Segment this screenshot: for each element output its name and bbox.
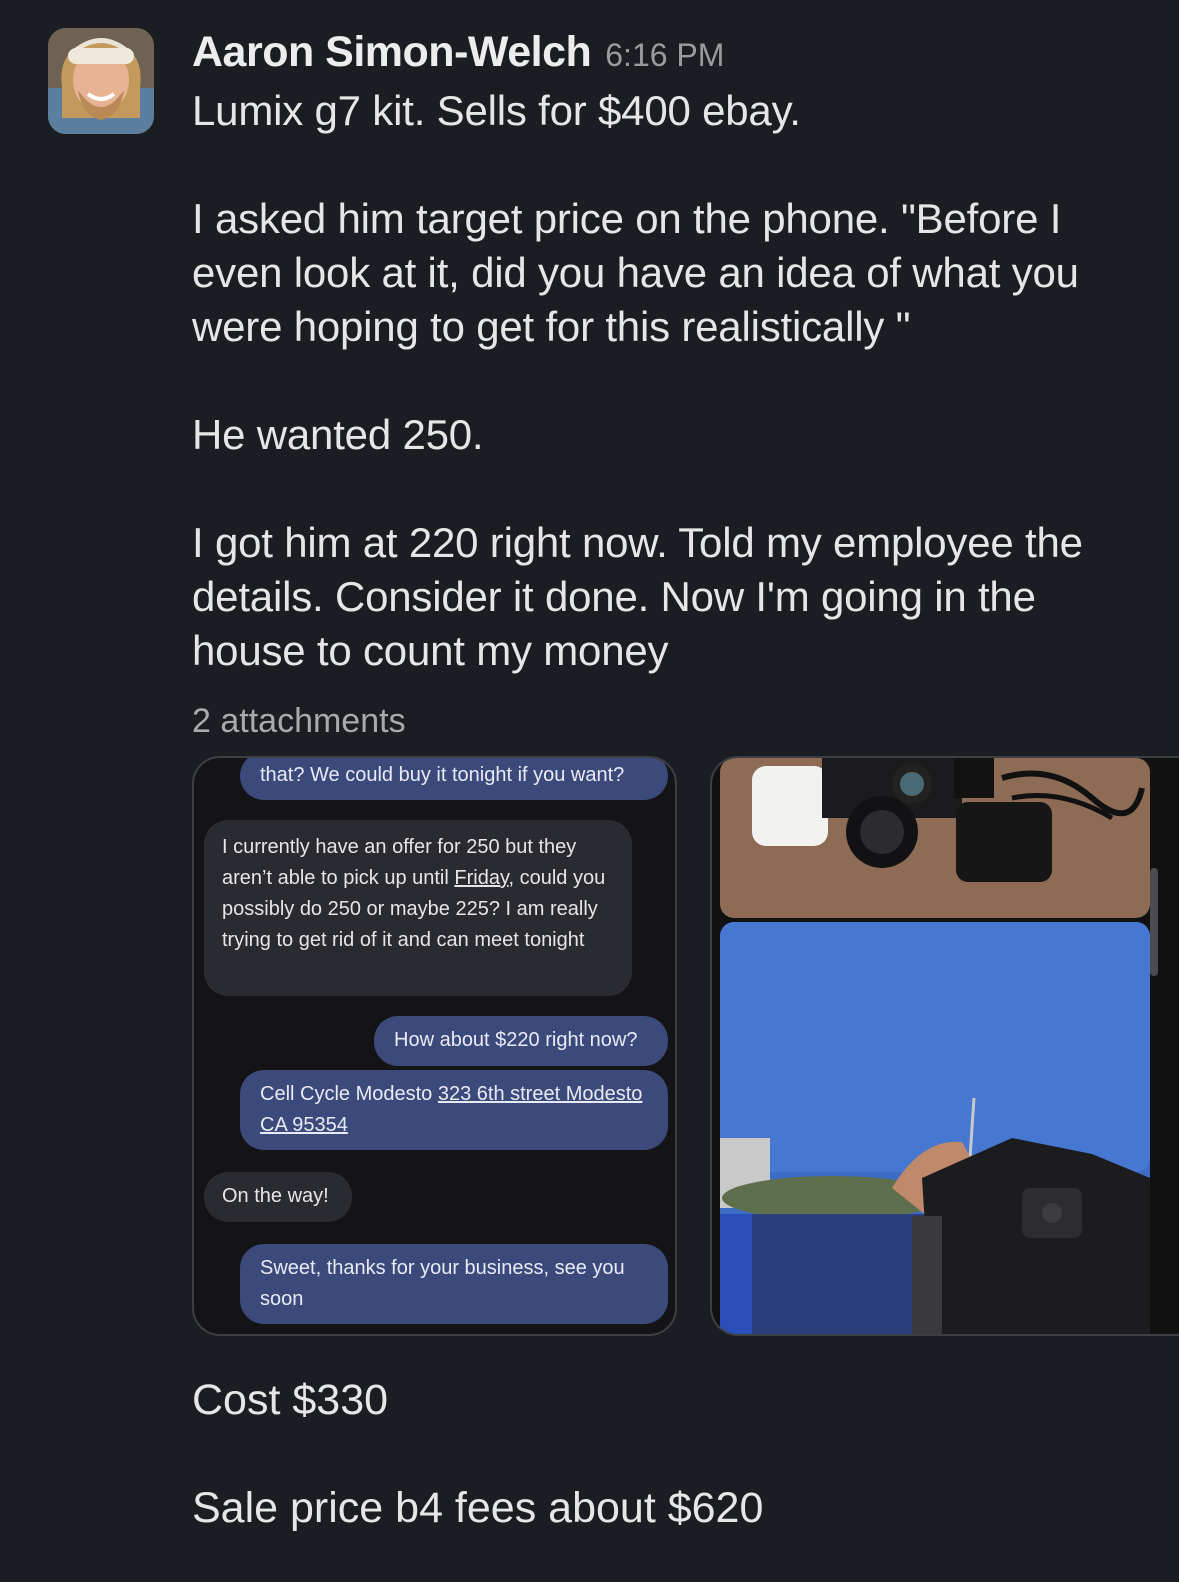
message: Aaron Simon-Welch 6:16 PM Lumix g7 kit. … bbox=[192, 28, 1152, 741]
chat-text: that? We could buy it tonight if you wan… bbox=[260, 764, 625, 786]
message-paragraph-4: I got him at 220 right now. Told my empl… bbox=[192, 519, 1083, 674]
chat-text: Cell Cycle Modesto bbox=[260, 1083, 438, 1105]
chat-bubble-outgoing: Sweet, thanks for your business, see you… bbox=[240, 1244, 668, 1324]
attachment-image-conversation[interactable]: that? We could buy it tonight if you wan… bbox=[192, 756, 677, 1336]
avatar-photo bbox=[48, 28, 154, 134]
attachments-label: 2 attachments bbox=[192, 702, 406, 740]
author-name[interactable]: Aaron Simon-Welch bbox=[192, 28, 592, 77]
message-sale-line: Sale price b4 fees about $620 bbox=[192, 1484, 764, 1532]
avatar[interactable] bbox=[48, 28, 154, 134]
chat-bubble-incoming: On the way! bbox=[204, 1172, 352, 1222]
message-paragraph-2: I asked him target price on the phone. "… bbox=[192, 195, 1079, 350]
camera-kit-photo bbox=[720, 758, 1150, 1334]
attachment-image-camera-kit[interactable] bbox=[710, 756, 1179, 1336]
chat-bubble-outgoing: How about $220 right now? bbox=[374, 1016, 668, 1066]
chat-text: On the way! bbox=[222, 1185, 329, 1207]
message-header: Aaron Simon-Welch 6:16 PM bbox=[192, 28, 1152, 84]
chat-bubble-outgoing: Cell Cycle Modesto 323 6th street Modest… bbox=[240, 1070, 668, 1150]
chat-text: How about $220 right now? bbox=[394, 1029, 638, 1051]
chat-bubble-incoming: I currently have an offer for 250 but th… bbox=[204, 820, 632, 996]
chat-bubble-outgoing: that? We could buy it tonight if you wan… bbox=[240, 758, 668, 800]
message-cost-line: Cost $330 bbox=[192, 1376, 389, 1424]
chat-link-date: Friday, bbox=[454, 867, 515, 889]
scrollbar[interactable] bbox=[1150, 868, 1158, 976]
message-timestamp[interactable]: 6:16 PM bbox=[605, 37, 724, 74]
message-line-1: Lumix g7 kit. Sells for $400 ebay. bbox=[192, 87, 801, 134]
chat-text: Sweet, thanks for your business, see you… bbox=[260, 1257, 625, 1310]
message-paragraph-3: He wanted 250. bbox=[192, 411, 484, 458]
